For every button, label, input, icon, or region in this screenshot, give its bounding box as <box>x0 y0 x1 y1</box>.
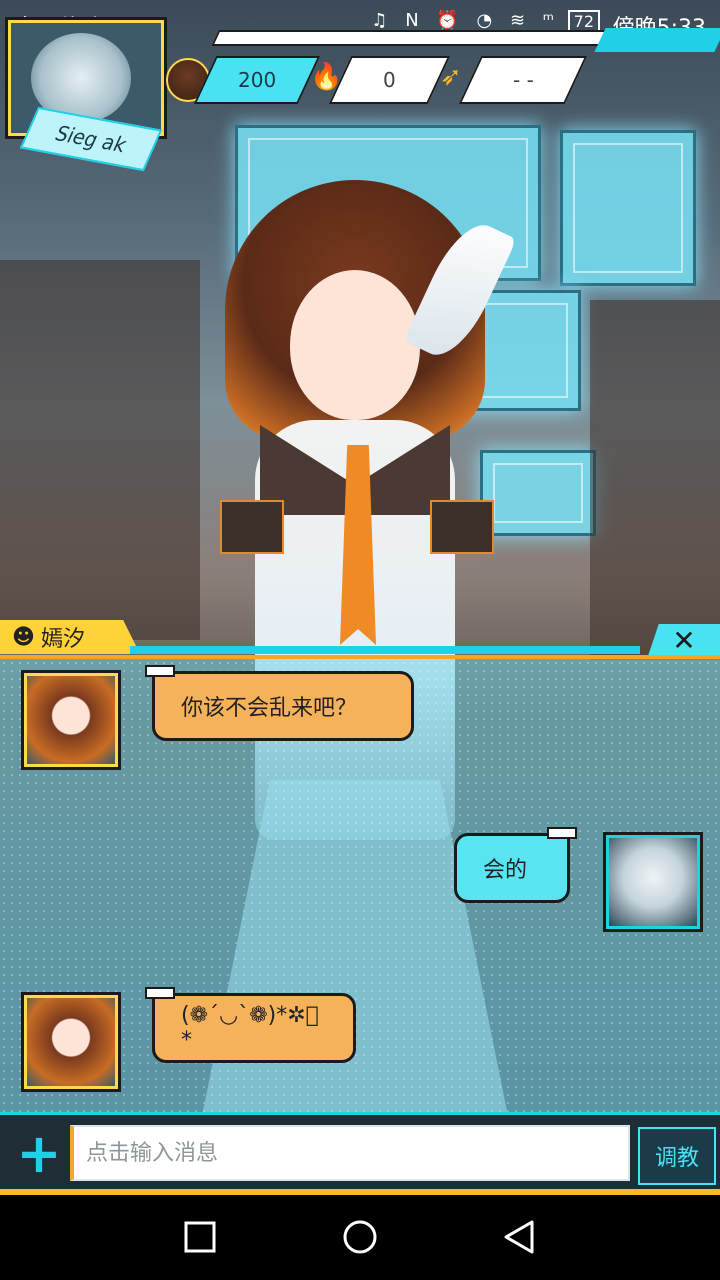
chat-panel[interactable]: 你该不会乱来吧？ 会的 (❁´◡`❁)*✲ﾟ* <box>0 655 720 1114</box>
message-text: 会的 <box>483 858 528 883</box>
npc-chat-avatar[interactable] <box>24 995 118 1089</box>
input-bar: + 调教 <box>0 1112 720 1195</box>
message-text: 你该不会乱来吧？ <box>181 696 358 721</box>
send-button[interactable]: 调教 <box>638 1127 716 1185</box>
background-shelf <box>590 300 720 660</box>
background-shelf <box>0 260 200 640</box>
back-icon[interactable] <box>500 1217 540 1257</box>
stat-affection-value: 200 <box>237 68 277 92</box>
character-face <box>290 270 420 420</box>
close-icon: ✕ <box>672 623 696 657</box>
plus-button[interactable]: + <box>12 1127 66 1181</box>
npc-chat-avatar[interactable] <box>24 673 118 767</box>
npc-name-tag: ☻ 嫣汐 <box>0 620 140 654</box>
hud-frame-accent <box>594 28 720 52</box>
background-monitor <box>560 130 696 286</box>
character-armband <box>220 500 284 554</box>
home-icon[interactable] <box>340 1217 380 1257</box>
plus-icon: + <box>16 1122 62 1185</box>
message-text: (❁´◡`❁)*✲ﾟ* <box>181 1003 319 1053</box>
chat-bubble-npc: (❁´◡`❁)*✲ﾟ* <box>145 987 356 1063</box>
user-chat-avatar[interactable] <box>606 835 700 929</box>
stat-wing: - - <box>458 56 588 104</box>
navigation-bar <box>0 1195 720 1280</box>
character-armband <box>430 500 494 554</box>
npc-head-icon: ☻ <box>12 624 35 650</box>
chat-bubble-user: 会的 <box>454 827 577 903</box>
stat-wing-value: - - <box>512 68 534 92</box>
wing-icon: ➶ <box>440 62 462 92</box>
status-icons: ♫ N ⏰ ◔ ≋ ᵐ <box>371 10 560 31</box>
npc-name: 嫣汐 <box>40 627 85 652</box>
message-input[interactable] <box>70 1125 630 1181</box>
npc-name-divider <box>130 646 640 654</box>
player-name: Sieg ak <box>51 120 131 158</box>
chat-bubble-npc: 你该不会乱来吧？ <box>145 665 414 741</box>
close-chat-button[interactable]: ✕ <box>648 624 720 656</box>
stat-fire-value: 0 <box>383 68 396 92</box>
recent-apps-icon[interactable] <box>180 1217 220 1257</box>
